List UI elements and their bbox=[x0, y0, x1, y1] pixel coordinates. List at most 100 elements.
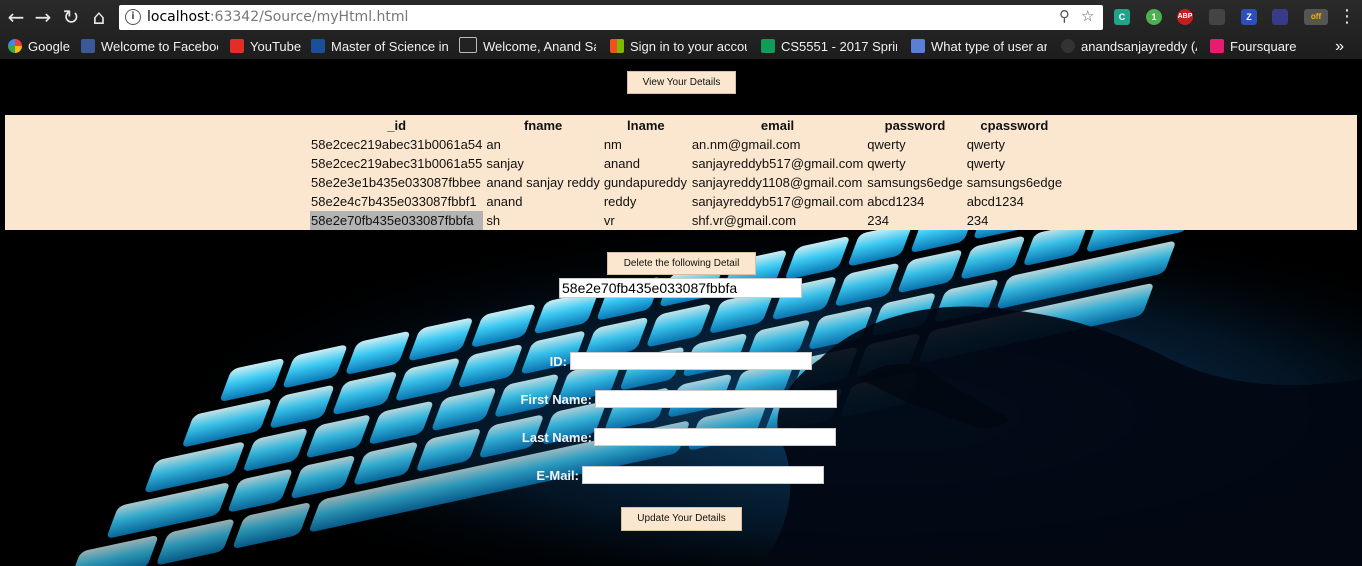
foursquare-icon bbox=[1210, 39, 1224, 53]
bookmark-label: Foursquare bbox=[1230, 39, 1297, 54]
cell-password: 234 bbox=[867, 213, 889, 228]
bookmark-label: Welcome to Faceboo bbox=[101, 39, 218, 54]
cell-password: qwerty bbox=[867, 137, 906, 152]
table-row: 58e2e4c7b435e033087fbbf1 anand reddy san… bbox=[310, 192, 1063, 211]
cell-cpassword: qwerty bbox=[966, 137, 1005, 152]
cell-lname: anand bbox=[603, 156, 640, 171]
cell-cpassword: abcd1234 bbox=[966, 194, 1024, 209]
column-header-email: email bbox=[760, 118, 795, 133]
bookmark-youtube[interactable]: YouTube bbox=[230, 37, 302, 57]
reload-icon[interactable]: ↻ bbox=[60, 6, 82, 28]
extension-c-icon[interactable]: C bbox=[1114, 9, 1130, 25]
bookmark-cs5551[interactable]: CS5551 - 2017 Spring bbox=[761, 37, 897, 57]
last-name-label: Last Name: bbox=[521, 430, 592, 445]
cell-fname: anand bbox=[486, 194, 523, 209]
umkc-icon bbox=[311, 39, 325, 53]
bookmark-foursquare[interactable]: Foursquare bbox=[1210, 37, 1320, 57]
bookmark-label: Sign in to your accou bbox=[630, 39, 747, 54]
bookmark-blackboard[interactable]: Welcome, Anand San bbox=[459, 37, 596, 57]
id-input[interactable] bbox=[570, 352, 812, 370]
table-header-row: _id fname lname email password cpassword bbox=[310, 116, 1063, 135]
cell-fname: an bbox=[486, 137, 501, 152]
google-icon bbox=[8, 39, 22, 53]
cell-fname: anand sanjay reddy bbox=[486, 175, 600, 190]
cell-id: 58e2cec219abec31b0061a55 bbox=[311, 156, 483, 171]
cell-lname: gundapureddy bbox=[603, 175, 687, 190]
users-table: _id fname lname email password cpassword… bbox=[5, 115, 1357, 230]
email-input[interactable] bbox=[582, 466, 824, 484]
email-label: E-Mail: bbox=[536, 468, 579, 483]
url-host: localhost bbox=[147, 9, 210, 25]
bookmark-microsoft[interactable]: Sign in to your accou bbox=[610, 37, 747, 57]
table-row: 58e2cec219abec31b0061a55 sanjay anand sa… bbox=[310, 154, 1063, 173]
bookmark-master-of-science[interactable]: Master of Science in C bbox=[311, 37, 451, 57]
bookmark-star-icon[interactable]: ☆ bbox=[1081, 7, 1094, 25]
bookmark-user-type[interactable]: What type of user are bbox=[911, 37, 1047, 57]
cell-password: qwerty bbox=[867, 156, 906, 171]
extension-z-icon[interactable]: Z bbox=[1241, 9, 1257, 25]
github-icon bbox=[1061, 39, 1075, 53]
cell-cpassword: samsungs6edge bbox=[966, 175, 1063, 190]
bookmark-label: anandsanjayreddy (A bbox=[1081, 39, 1197, 54]
cell-cpassword: qwerty bbox=[966, 156, 1005, 171]
cell-fname: sh bbox=[486, 213, 501, 228]
bookmark-facebook[interactable]: Welcome to Faceboo bbox=[81, 37, 218, 57]
bookmark-label: YouTube bbox=[250, 39, 302, 54]
back-arrow-icon[interactable]: ← bbox=[5, 6, 27, 28]
page-icon bbox=[911, 39, 925, 53]
bookmark-google[interactable]: Google bbox=[8, 37, 74, 57]
id-label: ID: bbox=[549, 354, 567, 369]
page-content: View Your Details _id fname lname email … bbox=[0, 59, 1362, 566]
home-icon[interactable]: ⌂ bbox=[88, 6, 110, 28]
browser-toolbar: ← → ↻ ⌂ i localhost:63342/Source/myHtml.… bbox=[0, 0, 1362, 35]
bookmark-label: Master of Science in C bbox=[331, 39, 451, 54]
address-bar[interactable]: i localhost:63342/Source/myHtml.html ⚲ ☆ bbox=[119, 5, 1103, 30]
forward-arrow-icon[interactable]: → bbox=[32, 6, 54, 28]
cell-cpassword: 234 bbox=[966, 213, 989, 228]
bookmarks-bar: Google Welcome to Faceboo YouTube Master… bbox=[0, 35, 1362, 59]
youtube-icon bbox=[230, 39, 244, 53]
cell-lname: reddy bbox=[603, 194, 637, 209]
url-text[interactable]: localhost:63342/Source/myHtml.html bbox=[147, 5, 408, 30]
cell-id: 58e2cec219abec31b0061a54 bbox=[311, 137, 483, 152]
extension-off-icon[interactable]: off bbox=[1304, 9, 1328, 25]
view-details-button[interactable]: View Your Details bbox=[627, 71, 736, 94]
cell-email: sanjayreddyb517@gmail.com bbox=[691, 156, 864, 171]
zoom-icon[interactable]: ⚲ bbox=[1059, 7, 1070, 25]
info-icon[interactable]: i bbox=[125, 9, 141, 25]
extension-meter-icon[interactable] bbox=[1272, 9, 1288, 25]
menu-icon[interactable]: ⋮ bbox=[1336, 6, 1358, 28]
table-row: 58e2e3e1b435e033087fbbee anand sanjay re… bbox=[310, 173, 1063, 192]
cell-id: 58e2e3e1b435e033087fbbee bbox=[311, 175, 481, 190]
cell-id: 58e2e4c7b435e033087fbbf1 bbox=[311, 194, 477, 209]
extension-badge-icon[interactable]: 1 bbox=[1146, 9, 1162, 25]
column-header-id: _id bbox=[387, 118, 407, 133]
column-header-password: password bbox=[884, 118, 946, 133]
extension-gray-icon[interactable] bbox=[1209, 9, 1225, 25]
bookmark-label: Google bbox=[28, 39, 70, 54]
table-row: 58e2cec219abec31b0061a54 an nm an.nm@gma… bbox=[310, 135, 1063, 154]
cell-password: samsungs6edge bbox=[867, 175, 963, 190]
cell-lname: nm bbox=[603, 137, 622, 152]
table-row: 58e2e70fb435e033087fbbfa sh vr shf.vr@gm… bbox=[310, 211, 1063, 230]
first-name-input[interactable] bbox=[595, 390, 837, 408]
sheets-icon bbox=[761, 39, 775, 53]
bookmark-label: CS5551 - 2017 Spring bbox=[781, 39, 897, 54]
delete-id-input[interactable] bbox=[559, 278, 802, 298]
cell-id-selected: 58e2e70fb435e033087fbbfa bbox=[310, 211, 484, 230]
cell-email: sanjayreddy1108@gmail.com bbox=[691, 175, 863, 190]
browser-chrome: ← → ↻ ⌂ i localhost:63342/Source/myHtml.… bbox=[0, 0, 1362, 59]
column-header-fname: fname bbox=[523, 118, 563, 133]
last-name-input[interactable] bbox=[594, 428, 836, 446]
delete-detail-button[interactable]: Delete the following Detail bbox=[607, 252, 756, 275]
bookmark-label: What type of user are bbox=[931, 39, 1047, 54]
bookmark-github[interactable]: anandsanjayreddy (A bbox=[1061, 37, 1197, 57]
column-header-cpassword: cpassword bbox=[980, 118, 1049, 133]
cell-email: sanjayreddyb517@gmail.com bbox=[691, 194, 864, 209]
blackboard-icon bbox=[459, 37, 477, 53]
bookmarks-overflow-icon[interactable]: » bbox=[1335, 37, 1344, 57]
column-header-lname: lname bbox=[627, 118, 665, 133]
adblock-icon[interactable]: ABP bbox=[1177, 9, 1193, 25]
microsoft-icon bbox=[610, 39, 624, 53]
update-details-button[interactable]: Update Your Details bbox=[621, 507, 742, 531]
